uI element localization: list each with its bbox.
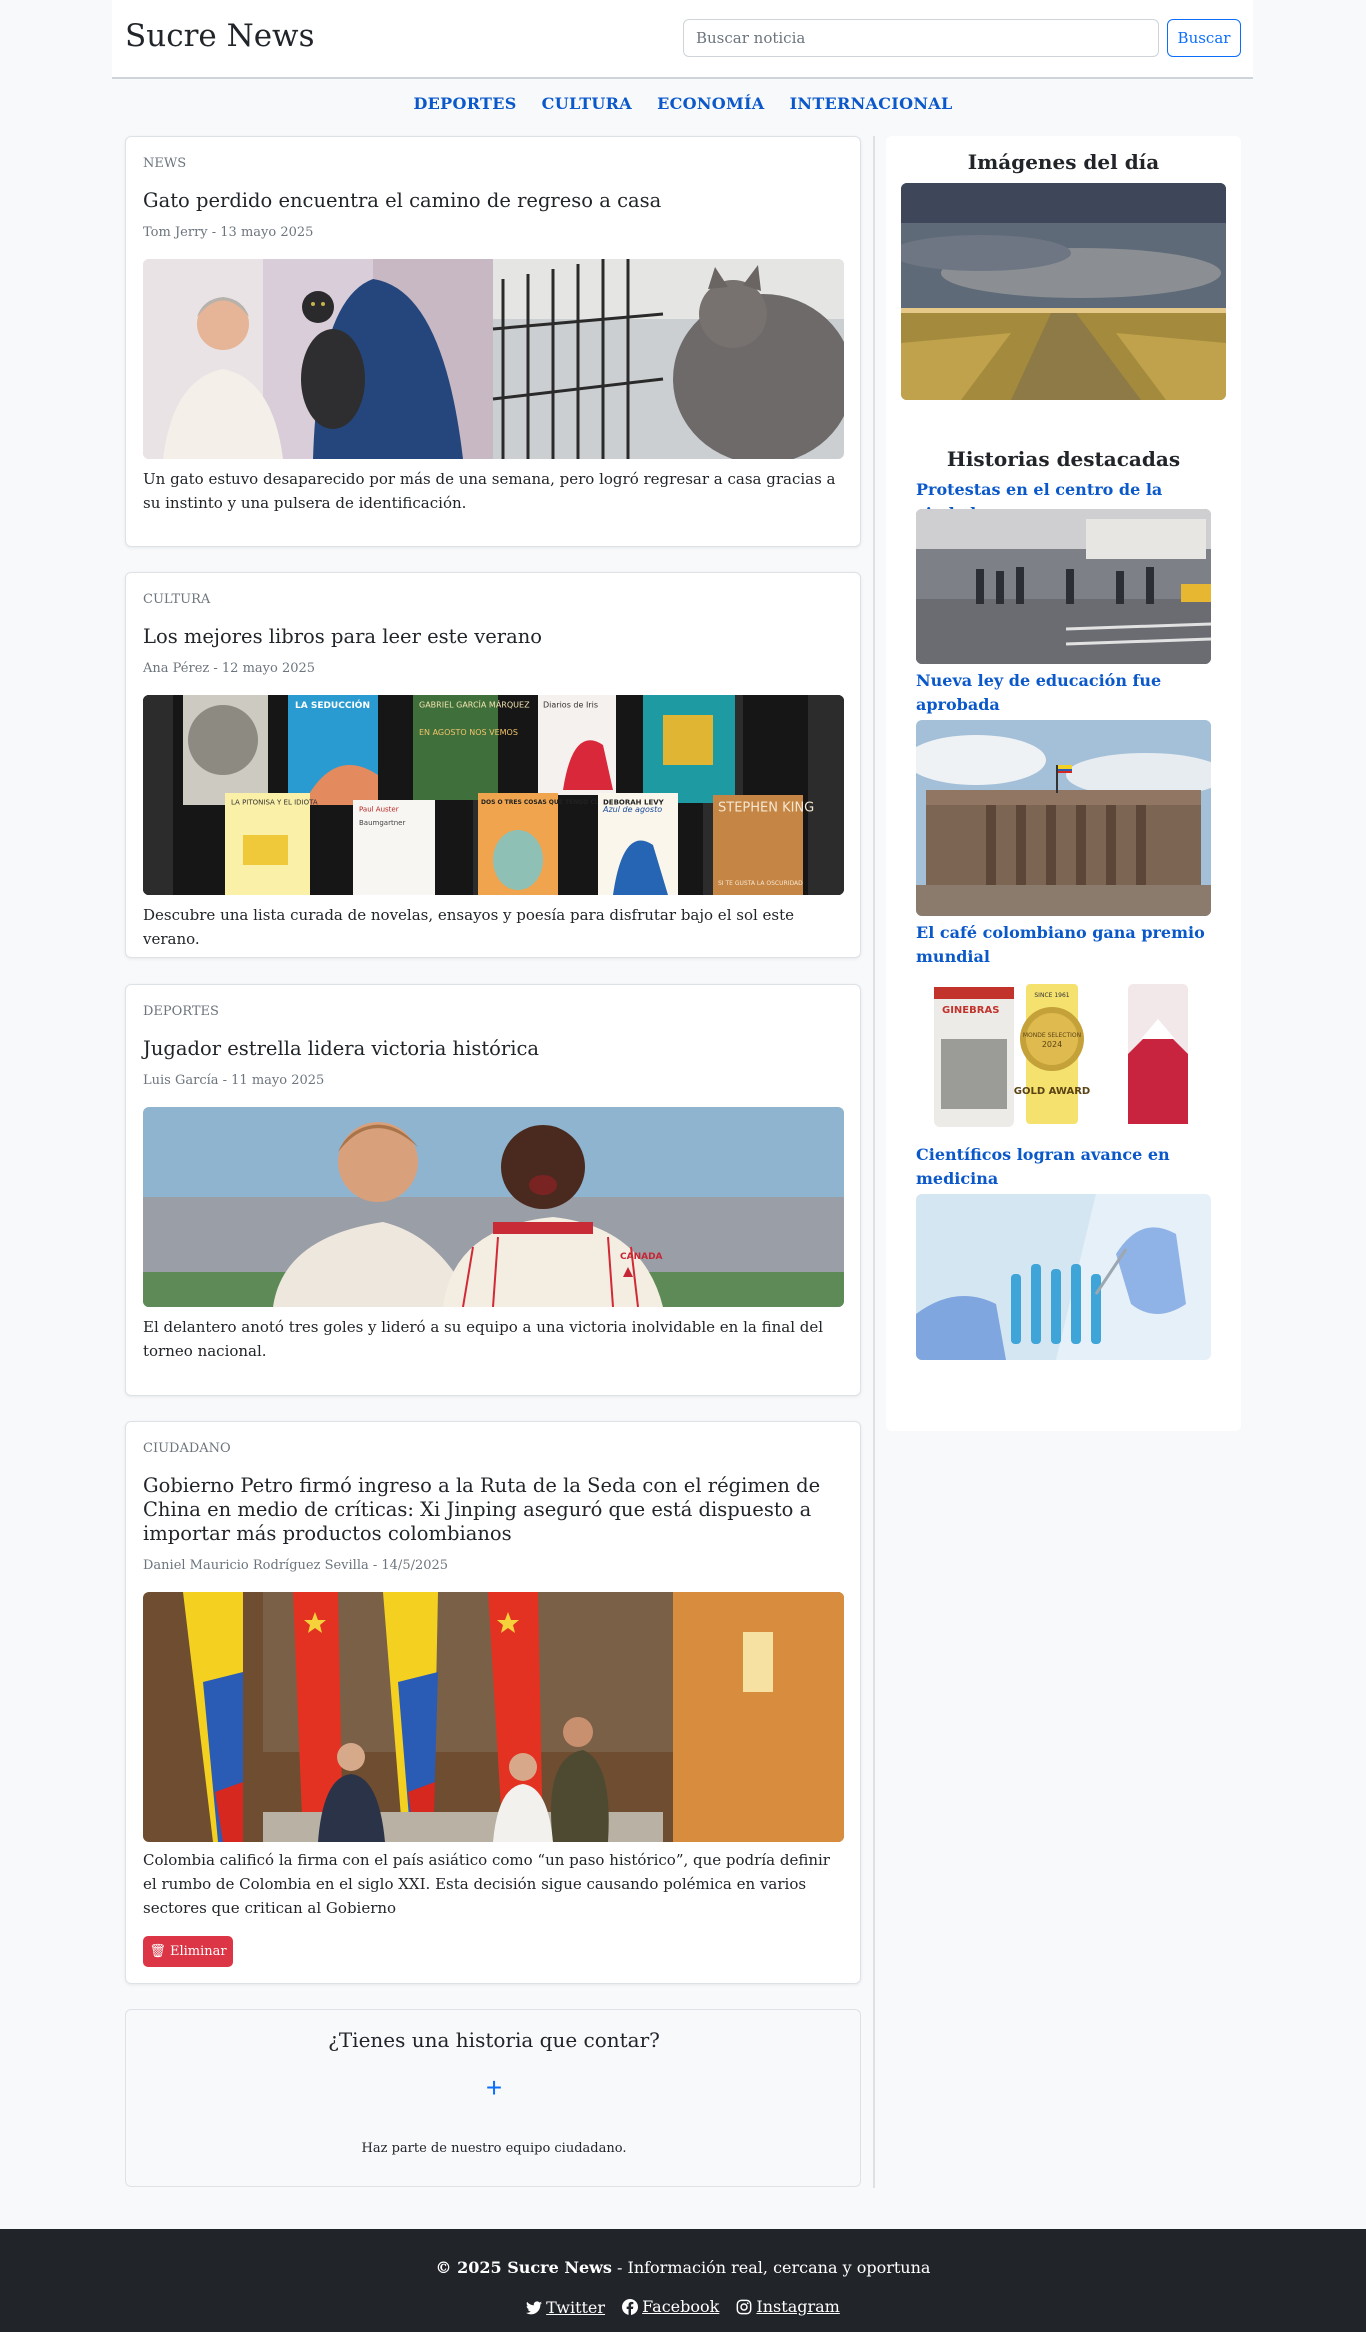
news-meta: Luis García - 11 mayo 2025 [143,1073,325,1088]
site-header: Sucre News Buscar [112,0,1253,79]
site-footer: © 2025 Sucre News - Información real, ce… [0,2229,1366,2332]
featured-story-image[interactable]: GINEBRAS MONDE SELECTION SINCE 1961 2024… [916,979,1211,1129]
footer-social-links: Twitter Facebook Instagram [0,2297,1366,2319]
instagram-link[interactable]: Instagram [736,2297,840,2316]
news-card: NEWS Gato perdido encuentra el camino de… [125,136,861,547]
footer-copyright-brand: © 2025 Sucre News [435,2258,612,2277]
featured-story-image[interactable] [916,720,1211,916]
sidebar: Imágenes del día Historias destacadas Pr… [886,136,1241,1431]
coffee-brand: GINEBRAS [942,1005,999,1016]
instagram-icon [737,2299,752,2314]
submit-story-card: ¿Tienes una historia que contar? + Haz p… [125,2009,861,2187]
twitter-icon [526,2300,543,2314]
book-cover-text: SI TE GUSTA LA OSCURIDAD [718,880,803,887]
news-description: Un gato estuvo desaparecido por más de u… [143,470,836,512]
book-cover-text: EN AGOSTO NOS VEMOS [419,728,518,737]
book-cover-text: Paul Auster [359,806,399,814]
award-since: SINCE 1961 [1034,992,1069,999]
book-cover-text: GABRIEL GARCÍA MÁRQUEZ [419,698,530,709]
cta-title: ¿Tienes una historia que contar? [328,2028,660,2052]
news-image: CANADA [143,1107,844,1307]
featured-story-link[interactable]: Nueva ley de educación fue aprobada [916,669,1216,717]
jersey-text: CANADA [620,1252,663,1262]
award-label: MONDE SELECTION [1023,1032,1081,1039]
book-cover-text: LA PITONISA Y EL IDIOTA [231,799,318,807]
nav-item-cultura[interactable]: CULTURA [542,94,632,113]
news-category: CIUDADANO [143,1441,231,1456]
book-cover-text: STEPHEN KING [718,800,814,815]
news-description: Descubre una lista curada de novelas, en… [143,906,795,948]
footer-tagline: - Información real, cercana y oportuna [611,2258,931,2277]
featured-story-image[interactable] [916,1194,1211,1360]
book-cover-text: Diarios de Iris [543,700,598,709]
category-nav: DEPORTES CULTURA ECONOMÍA INTERNACIONAL [0,94,1366,113]
book-cover-text: DEBORAH LEVY [603,799,665,807]
image-of-day[interactable] [901,183,1226,400]
book-cover-text: DOS O TRES COSAS QUE TENGO CLARAS [481,799,617,806]
featured-story-image[interactable] [916,509,1211,664]
news-title[interactable]: Gobierno Petro firmó ingreso a la Ruta d… [143,1474,843,1546]
news-title[interactable]: Jugador estrella lidera victoria históri… [143,1037,843,1061]
news-image: LA SEDUCCIÓN GABRIEL GARCÍA MÁRQUEZ EN A… [143,695,844,895]
news-card: CIUDADANO Gobierno Petro firmó ingreso a… [125,1421,861,1984]
news-title[interactable]: Gato perdido encuentra el camino de regr… [143,189,843,213]
facebook-link[interactable]: Facebook [622,2297,719,2316]
news-image [143,259,844,459]
twitter-link[interactable]: Twitter [526,2298,605,2317]
twitter-label: Twitter [546,2298,606,2317]
delete-button[interactable]: 🗑 Eliminar [143,1936,233,1967]
nav-item-internacional[interactable]: INTERNACIONAL [790,94,953,113]
search-input[interactable] [683,19,1159,57]
news-meta: Daniel Mauricio Rodríguez Sevilla - 14/5… [143,1558,449,1573]
instagram-label: Instagram [756,2297,840,2316]
news-description: Colombia calificó la firma con el país a… [143,1851,830,1917]
news-category: CULTURA [143,592,211,607]
news-card: DEPORTES Jugador estrella lidera victori… [125,984,861,1396]
news-category: NEWS [143,156,187,171]
images-of-day-heading: Imágenes del día [967,150,1160,174]
featured-story-link[interactable]: Científicos logran avance en medicina [916,1143,1216,1191]
news-description: El delantero anotó tres goles y lideró a… [143,1318,824,1360]
nav-item-deportes[interactable]: DEPORTES [413,94,516,113]
add-story-plus-icon[interactable]: + [479,2072,509,2103]
facebook-icon [622,2298,639,2315]
book-cover-text: Baumgartner [359,819,405,827]
facebook-label: Facebook [642,2297,720,2316]
trash-icon: 🗑 [149,1944,166,1959]
award-gold: GOLD AWARD [1014,1086,1090,1097]
news-title[interactable]: Los mejores libros para leer este verano [143,625,843,649]
cta-subtitle: Haz parte de nuestro equipo ciudadano. [361,2141,627,2156]
news-card: CULTURA Los mejores libros para leer est… [125,572,861,958]
featured-stories-heading: Historias destacadas [946,447,1181,471]
featured-story-link[interactable]: El café colombiano gana premio mundial [916,921,1216,969]
award-year: 2024 [1042,1040,1062,1049]
footer-copyright: © 2025 Sucre News - Información real, ce… [0,2258,1366,2277]
delete-label: Eliminar [170,1944,227,1959]
nav-item-economia[interactable]: ECONOMÍA [657,94,764,113]
news-meta: Tom Jerry - 13 mayo 2025 [143,225,314,240]
news-image [143,1592,844,1842]
search-button[interactable]: Buscar [1167,19,1241,57]
brand-logo[interactable]: Sucre News [125,18,315,54]
news-category: DEPORTES [143,1004,219,1019]
news-meta: Ana Pérez - 12 mayo 2025 [143,661,316,676]
book-cover-text: LA SEDUCCIÓN [295,699,370,711]
column-divider [873,136,875,2188]
